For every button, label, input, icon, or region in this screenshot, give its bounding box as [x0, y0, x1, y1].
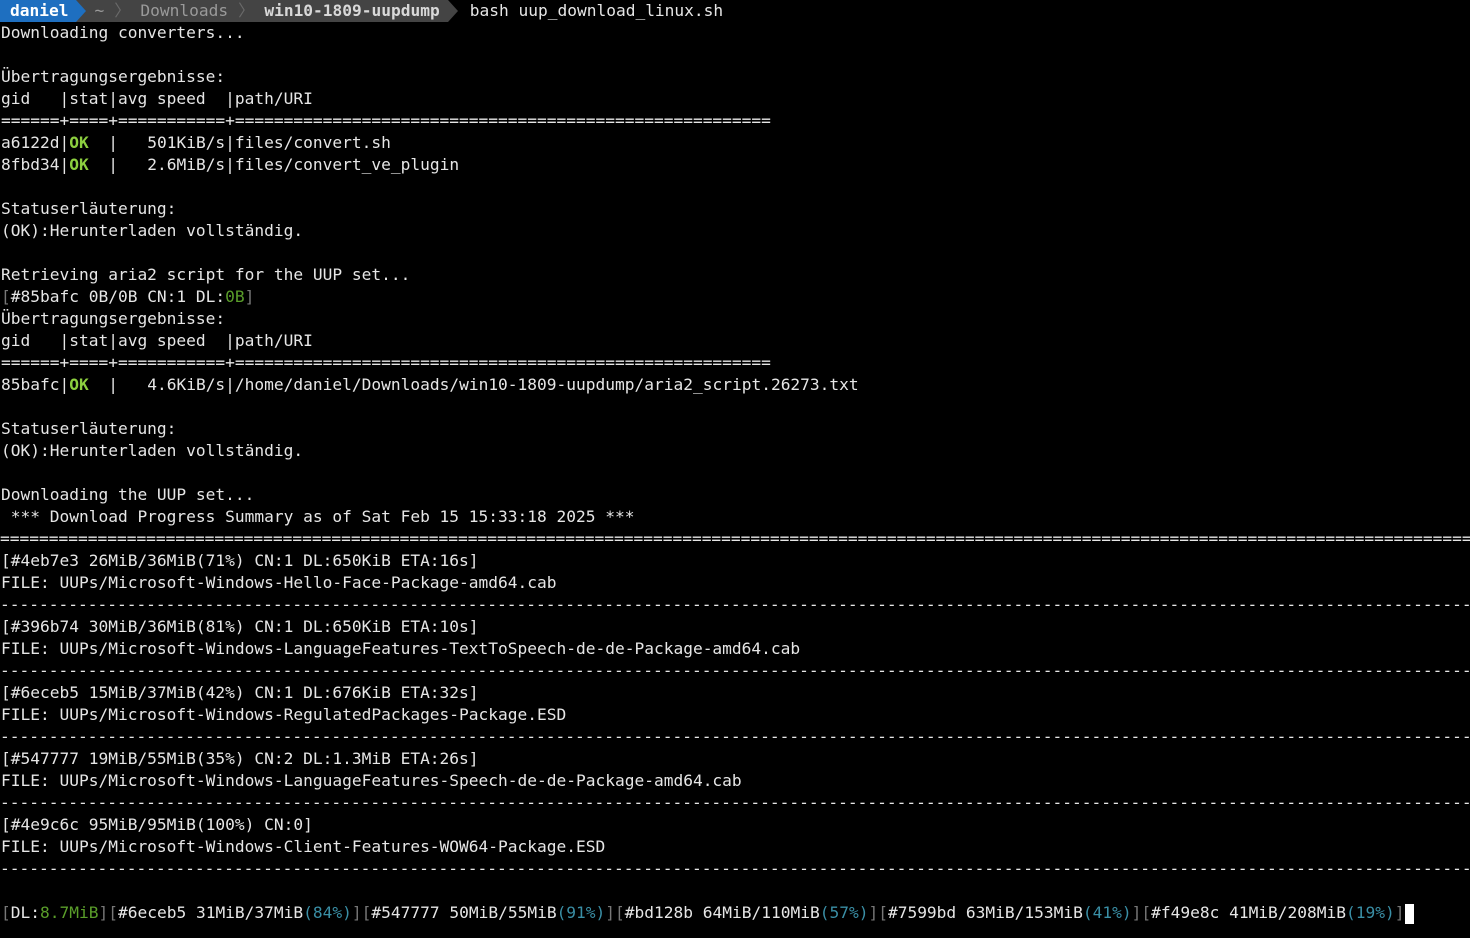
row-stat: OK — [69, 155, 89, 174]
divider-rule: ----------------------------------------… — [0, 661, 1470, 680]
results-row: 8fbd34|OK | 2.6MiB/s|files/convert_ve_pl… — [1, 155, 460, 174]
status-dl-value: 8.7MiB — [40, 903, 99, 922]
status-item-percent: (57%) — [819, 903, 869, 922]
download-file: FILE: UUPs/Microsoft-Windows-LanguageFea… — [1, 639, 801, 658]
results-title: Übertragungsergebnisse: — [1, 67, 226, 86]
download-file: FILE: UUPs/Microsoft-Windows-RegulatedPa… — [1, 705, 567, 724]
row-gid: 8fbd34 — [1, 155, 60, 174]
prompt-path-separator: 〉 — [112, 0, 133, 22]
prompt-user: daniel — [0, 0, 77, 22]
row-speed-path: | 501KiB/s|files/convert.sh — [108, 133, 391, 152]
legend-text: (OK):Herunterladen vollständig. — [1, 441, 304, 460]
results-title: Übertragungsergebnisse: — [1, 309, 226, 328]
download-progress: [#547777 19MiB/55MiB(35%) CN:2 DL:1.3MiB… — [1, 749, 479, 768]
status-item-percent: (19%) — [1346, 903, 1395, 922]
status-item: #547777 50MiB/55MiB — [371, 903, 557, 922]
download-file: FILE: UUPs/Microsoft-Windows-Client-Feat… — [1, 837, 606, 856]
results-rule: ======+====+===========+================… — [1, 111, 771, 130]
download-file: FILE: UUPs/Microsoft-Windows-Hello-Face-… — [1, 573, 557, 592]
terminal-cursor[interactable] — [1404, 903, 1414, 924]
results-header: gid |stat|avg speed |path/URI — [1, 331, 313, 350]
status-item: #7599bd 63MiB/153MiB — [887, 903, 1083, 922]
row-speed-path: | 4.6KiB/s|/home/daniel/Downloads/win10-… — [108, 375, 859, 394]
status-dl-label: DL: — [10, 903, 40, 922]
shell-prompt: daniel ~ 〉 Downloads 〉 win10-1809-uupdum… — [0, 0, 723, 22]
prompt-end-arrow — [447, 0, 458, 22]
prompt-path-current: win10-1809-uupdump — [256, 0, 448, 22]
prompt-path-separator: 〉 — [236, 0, 257, 22]
prompt-path-home: ~ — [86, 0, 113, 22]
prompt-separator-arrow — [76, 0, 87, 22]
row-stat: OK — [69, 375, 89, 394]
status-line: Downloading converters... — [1, 23, 245, 42]
download-progress: [#4eb7e3 26MiB/36MiB(71%) CN:1 DL:650KiB… — [1, 551, 479, 570]
divider-rule: ----------------------------------------… — [0, 595, 1470, 614]
results-header: gid |stat|avg speed |path/URI — [1, 89, 313, 108]
status-line: Downloading the UUP set... — [1, 485, 255, 504]
legend-title: Statuserläuterung: — [1, 199, 177, 218]
bracket: ] — [244, 287, 255, 306]
row-gid: 85bafc — [1, 375, 60, 394]
status-item: #bd128b 64MiB/110MiB — [624, 903, 820, 922]
progress-dl: 0B — [225, 287, 245, 306]
results-rule: ======+====+===========+================… — [1, 353, 771, 372]
status-item: #6eceb5 31MiB/37MiB — [117, 903, 304, 922]
status-item: #f49e8c 41MiB/208MiB — [1151, 903, 1347, 922]
row-gid: a6122d — [1, 133, 60, 152]
divider-rule: ----------------------------------------… — [0, 727, 1470, 746]
download-progress: [#4e9c6c 95MiB/95MiB(100%) CN:0] — [1, 815, 313, 834]
status-item-percent: (84%) — [303, 903, 352, 922]
summary-title: *** Download Progress Summary as of Sat … — [1, 507, 635, 526]
prompt-command: bash uup_download_linux.sh — [469, 1, 724, 20]
row-stat: OK — [69, 133, 89, 152]
divider-rule: ----------------------------------------… — [0, 793, 1470, 812]
download-file: FILE: UUPs/Microsoft-Windows-LanguageFea… — [1, 771, 742, 790]
divider-rule: ----------------------------------------… — [0, 859, 1470, 878]
results-row: a6122d|OK | 501KiB/s|files/convert.sh — [1, 133, 391, 152]
progress-line: [#85bafc 0B/0B CN:1 DL:0B] — [1, 286, 254, 308]
legend-text: (OK):Herunterladen vollständig. — [1, 221, 304, 240]
progress-id: #85bafc 0B/0B CN:1 DL: — [10, 287, 226, 306]
download-progress: [#6eceb5 15MiB/37MiB(42%) CN:1 DL:676KiB… — [1, 683, 479, 702]
download-progress: [#396b74 30MiB/36MiB(81%) CN:1 DL:650KiB… — [1, 617, 479, 636]
legend-title: Statuserläuterung: — [1, 419, 177, 438]
status-line: Retrieving aria2 script for the UUP set.… — [1, 265, 411, 284]
status-item-percent: (41%) — [1082, 903, 1132, 922]
bracket: [ — [1, 287, 11, 306]
summary-double-rule: ========================================… — [0, 529, 1470, 548]
results-row: 85bafc|OK | 4.6KiB/s|/home/daniel/Downlo… — [1, 375, 859, 394]
aria2-status-bar: [DL:8.7MiB][#6eceb5 31MiB/37MiB(84%)][#5… — [1, 902, 1414, 924]
prompt-path-downloads: Downloads — [132, 0, 237, 22]
row-speed-path: | 2.6MiB/s|files/convert_ve_plugin — [108, 155, 460, 174]
status-item-percent: (91%) — [556, 903, 606, 922]
